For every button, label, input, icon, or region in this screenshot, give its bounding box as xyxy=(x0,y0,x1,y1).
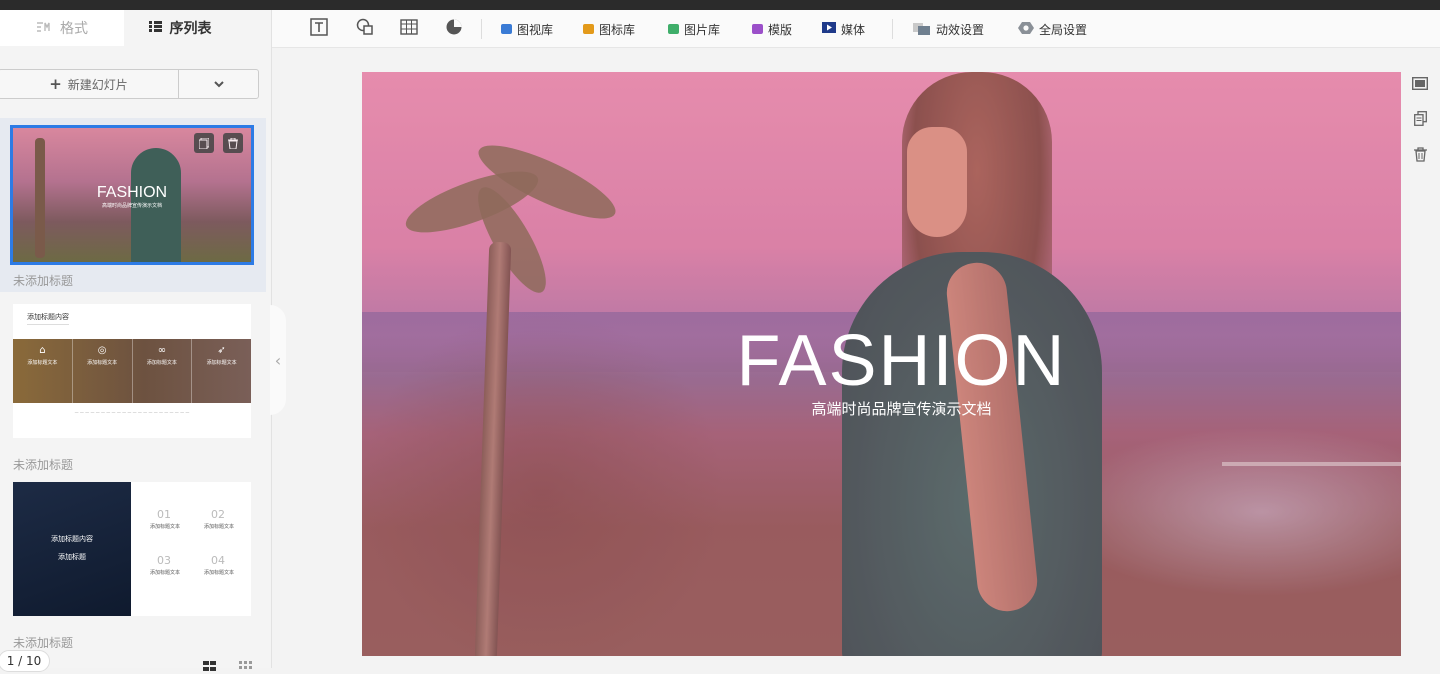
chevron-left-icon: ‹ xyxy=(274,350,282,370)
thumb-label: 添加标题文本 xyxy=(150,570,181,576)
textbox-tool-button[interactable] xyxy=(310,10,328,48)
slide-panel: 格式 序列表 + 新建幻灯片 FASHION 高端时尚品牌宣传演示文档 未添加标… xyxy=(0,10,272,672)
thumb-num: 04 xyxy=(211,554,225,567)
chart-library-label: 图视库 xyxy=(517,22,554,37)
template-button[interactable]: 模版 xyxy=(752,10,792,48)
thumb-label: 添加标题文本 xyxy=(204,570,235,576)
tab-sequence[interactable]: 序列表 xyxy=(124,10,236,46)
slide-caption: 未添加标题 xyxy=(13,458,74,472)
page-indicator: 1 / 10 xyxy=(0,650,50,672)
image-icon xyxy=(668,24,679,34)
textbox-icon xyxy=(310,18,328,40)
thumb-line1: 添加标题内容 xyxy=(51,535,93,543)
new-slide-dropdown-button[interactable] xyxy=(179,70,258,98)
thumb-num: 02 xyxy=(211,508,225,521)
animation-settings-button[interactable]: 动效设置 xyxy=(913,10,984,48)
window-top-strip xyxy=(0,0,1440,10)
rocket-icon: ➶ xyxy=(217,345,226,356)
tab-format[interactable]: 格式 xyxy=(0,10,124,46)
chevron-down-icon xyxy=(213,77,224,92)
icon-library-label: 图标库 xyxy=(599,22,636,37)
slide-preview-button[interactable] xyxy=(1410,75,1430,95)
thumb-num: 01 xyxy=(157,508,171,521)
new-slide-button[interactable]: + 新建幻灯片 xyxy=(0,70,179,98)
bar-chart-icon xyxy=(501,24,512,34)
template-icon xyxy=(752,24,763,34)
media-button[interactable]: 媒体 xyxy=(822,10,865,48)
slide-caption: 未添加标题 xyxy=(13,636,74,650)
home-icon: ⌂ xyxy=(39,345,46,356)
thumb-col: ◎ 添加标题文本 xyxy=(73,339,133,403)
media-label: 媒体 xyxy=(841,22,866,37)
slide-thumbnail-3[interactable]: 添加标题内容 添加标题 01 02 03 04 添加标题文本 添加标题文本 添加… xyxy=(0,482,266,650)
link-icon: ∞ xyxy=(157,345,167,356)
slide-thumb-image: FASHION 高端时尚品牌宣传演示文档 xyxy=(10,125,254,265)
target-icon: ◎ xyxy=(97,345,107,356)
chart-tool-button[interactable] xyxy=(445,10,463,48)
toolbar: 图视库 图标库 图片库 模版 媒体 动效设置 全局设置 xyxy=(272,10,1440,48)
slide-canvas[interactable]: FASHION 高端时尚品牌宣传演示文档 xyxy=(362,72,1401,656)
collapse-panel-handle[interactable]: ‹ xyxy=(270,305,286,415)
image-library-label: 图片库 xyxy=(684,22,721,37)
thumb-dark-panel: 添加标题内容 添加标题 xyxy=(13,482,131,616)
list-view-icon[interactable] xyxy=(203,660,217,671)
chart-library-button[interactable]: 图视库 xyxy=(501,10,553,48)
new-slide-label: 新建幻灯片 xyxy=(67,77,128,92)
slide-icon xyxy=(1411,76,1429,93)
thumb-footnote: — — — — — — — — — — — — — — — — — — — — … xyxy=(74,410,190,415)
gear-icon xyxy=(1018,21,1034,38)
icon-library-icon xyxy=(583,24,594,34)
slide-thumb-image: 添加标题内容 添加标题 01 02 03 04 添加标题文本 添加标题文本 添加… xyxy=(13,482,251,616)
thumb-num: 03 xyxy=(157,554,171,567)
thumb-heading: 添加标题内容 xyxy=(27,312,69,325)
slide-title[interactable]: FASHION xyxy=(362,320,1401,402)
image-library-button[interactable]: 图片库 xyxy=(668,10,720,48)
thumb-feature-band: ⌂ 添加标题文本 ◎ 添加标题文本 ∞ 添加标题文本 ➶ 添加标题文本 xyxy=(13,339,251,403)
duplicate-slide-button[interactable] xyxy=(1410,110,1430,130)
slide-thumbnail-1[interactable]: FASHION 高端时尚品牌宣传演示文档 未添加标题 xyxy=(0,118,266,292)
template-label: 模版 xyxy=(768,22,793,37)
slide-subtitle[interactable]: 高端时尚品牌宣传演示文档 xyxy=(362,398,1401,419)
copy-slide-icon[interactable] xyxy=(194,133,214,153)
thumb-line2: 添加标题 xyxy=(58,553,86,561)
animation-icon xyxy=(913,21,931,38)
slide-caption: 未添加标题 xyxy=(13,274,74,288)
shapes-icon xyxy=(356,18,374,40)
global-settings-label: 全局设置 xyxy=(1039,22,1088,37)
delete-slide-button[interactable] xyxy=(1410,146,1430,166)
pie-chart-icon xyxy=(445,18,463,40)
plus-icon: + xyxy=(49,75,62,93)
trash-icon xyxy=(1413,147,1427,165)
thumb-col: ∞ 添加标题文本 xyxy=(133,339,193,403)
new-slide-control: + 新建幻灯片 xyxy=(0,69,259,99)
table-icon xyxy=(400,19,418,39)
slide-thumbnail-2[interactable]: 添加标题内容 ⌂ 添加标题文本 ◎ 添加标题文本 ∞ 添加标题文本 ➶ 添加标题文本 —… xyxy=(0,304,266,472)
global-settings-button[interactable]: 全局设置 xyxy=(1018,10,1087,48)
slide-thumb-image: 添加标题内容 ⌂ 添加标题文本 ◎ 添加标题文本 ∞ 添加标题文本 ➶ 添加标题文本 —… xyxy=(13,304,251,438)
icon-library-button[interactable]: 图标库 xyxy=(583,10,635,48)
thumb-label: 添加标题文本 xyxy=(150,524,181,530)
animation-settings-label: 动效设置 xyxy=(936,22,985,37)
thumb-col: ➶ 添加标题文本 xyxy=(192,339,251,403)
thumb-subtitle: 高端时尚品牌宣传演示文档 xyxy=(101,203,162,209)
thumb-title: FASHION xyxy=(96,184,168,201)
panel-tabs: 格式 序列表 xyxy=(0,10,272,46)
delete-slide-icon[interactable] xyxy=(223,133,243,153)
tab-format-label: 格式 xyxy=(60,21,88,37)
toolbar-separator xyxy=(481,19,482,39)
grid-view-icon[interactable] xyxy=(239,660,253,670)
shape-tool-button[interactable] xyxy=(356,10,374,48)
copy-icon xyxy=(1413,111,1427,129)
toolbar-separator xyxy=(892,19,893,39)
format-icon xyxy=(36,21,52,36)
tab-sequence-label: 序列表 xyxy=(169,21,212,37)
table-tool-button[interactable] xyxy=(400,10,418,48)
media-play-icon xyxy=(822,22,836,36)
grid-icon xyxy=(148,21,162,35)
thumb-label: 添加标题文本 xyxy=(204,524,235,530)
thumb-col: ⌂ 添加标题文本 xyxy=(13,339,73,403)
